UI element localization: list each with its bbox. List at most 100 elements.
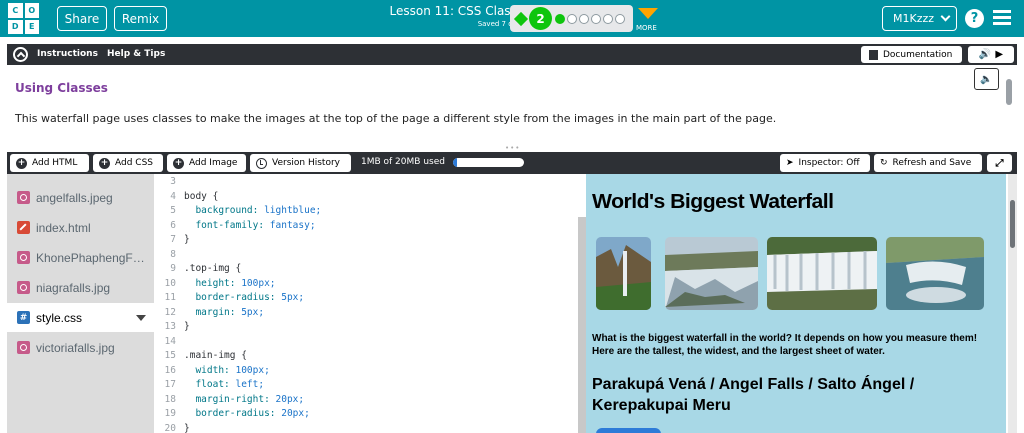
clock-icon	[256, 157, 267, 169]
fullscreen-icon[interactable]: ⤢	[987, 154, 1012, 172]
add-image-button[interactable]: + Add Image	[167, 154, 246, 172]
remix-button[interactable]: Remix	[114, 6, 167, 31]
line-number: 7	[170, 234, 176, 245]
preview-scrollbar[interactable]	[1008, 174, 1017, 433]
line-number: 8	[170, 248, 176, 260]
file-name: style.css	[36, 310, 83, 325]
css-value: 20px;	[275, 408, 310, 419]
css-value: 20px;	[269, 393, 305, 405]
tab-help-tips[interactable]: Help & Tips	[107, 49, 165, 59]
plus-icon: +	[16, 157, 27, 169]
instructions-text: This waterfall page uses classes to make…	[15, 112, 777, 125]
line-number: 4	[170, 190, 176, 202]
file-item[interactable]: KhonePhaphengFalls.jpg	[7, 243, 154, 272]
user-menu[interactable]: M1Kzzz	[882, 6, 957, 31]
collapse-icon[interactable]	[13, 47, 28, 62]
level-bubble[interactable]	[567, 14, 577, 24]
code-text: }	[184, 422, 190, 433]
editor-scrollbar[interactable]	[578, 217, 586, 433]
preview-title: World's Biggest Waterfall	[592, 191, 834, 213]
tab-instructions[interactable]: Instructions	[35, 49, 98, 67]
line-number: 18	[164, 393, 176, 405]
file-item[interactable]: victoriafalls.jpg	[7, 333, 154, 362]
file-item-active[interactable]: # style.css	[7, 303, 154, 332]
preview-scrollbar-thumb[interactable]	[1010, 200, 1015, 248]
khone-phapheng-falls-image	[665, 237, 758, 310]
code-text: .main-img {	[184, 350, 247, 361]
css-property: float:	[184, 379, 230, 390]
victoria-falls-image	[767, 237, 877, 310]
level-bubble[interactable]	[579, 14, 589, 24]
document-icon	[869, 49, 878, 60]
audio-controls[interactable]: 🔊 ▶	[968, 46, 1014, 63]
line-number: 16	[164, 364, 176, 376]
file-list: angelfalls.jpeg index.html KhonePhapheng…	[7, 174, 154, 433]
plus-icon: +	[173, 157, 184, 169]
code-text: border-radius: 20px;	[184, 408, 310, 419]
documentation-label: Documentation	[883, 49, 953, 60]
css-value: fantasy;	[264, 219, 316, 231]
add-css-button[interactable]: + Add CSS	[93, 154, 163, 172]
logo-letter: E	[24, 19, 39, 34]
css-property: width:	[184, 364, 230, 376]
resize-handle[interactable]: •••	[505, 144, 520, 152]
share-button[interactable]: Share	[57, 6, 107, 31]
css-property: border-radius:	[184, 292, 276, 303]
logo-letter: C	[8, 3, 23, 18]
level-bubble[interactable]	[603, 14, 613, 24]
css-property: height:	[184, 277, 236, 289]
current-level-bubble[interactable]: 2	[529, 7, 552, 30]
code-text: border-radius: 5px;	[184, 292, 304, 303]
file-name: KhonePhaphengFalls.jpg	[36, 250, 148, 265]
file-item[interactable]: niagrafalls.jpg	[7, 273, 154, 302]
help-icon[interactable]: ?	[965, 9, 984, 28]
line-number: 15	[164, 350, 176, 361]
inspector-button[interactable]: ➤ Inspector: Off	[780, 154, 870, 172]
documentation-button[interactable]: Documentation	[861, 46, 962, 63]
css-file-icon: #	[17, 311, 30, 324]
level-bubble[interactable]	[615, 14, 625, 24]
preview-pane[interactable]: World's Biggest Waterfall What is the bi…	[586, 174, 1006, 433]
css-value: 5px;	[235, 306, 265, 318]
top-bar: C O D E Share Remix Lesson 11: CSS Class…	[0, 0, 1024, 37]
editor-toolbar: + Add HTML + Add CSS + Add Image Version…	[7, 152, 1017, 174]
chevron-down-icon	[940, 11, 951, 22]
file-item[interactable]: index.html	[7, 213, 154, 242]
refresh-save-button[interactable]: ↻ Refresh and Save	[874, 154, 982, 172]
more-arrow-icon[interactable]	[638, 8, 658, 19]
version-history-button[interactable]: Version History	[250, 154, 351, 172]
code-logo[interactable]: C O D E	[8, 3, 39, 34]
add-html-button[interactable]: + Add HTML	[10, 154, 89, 172]
css-property: margin-right:	[184, 393, 270, 405]
level-bubble[interactable]	[591, 14, 601, 24]
code-text: body {	[184, 190, 219, 202]
line-number: 12	[164, 306, 176, 318]
preview-intro-text: What is the biggest waterfall in the wor…	[592, 333, 978, 357]
code-editor[interactable]: 3 4 body {5 background: lightblue; 6 font-f…	[154, 174, 576, 433]
add-image-label: Add Image	[189, 158, 238, 168]
instructions-scrollbar[interactable]	[1006, 79, 1012, 105]
file-menu-caret-icon[interactable]	[136, 315, 146, 321]
add-html-label: Add HTML	[32, 158, 78, 168]
code-text: width: 100px;	[184, 364, 269, 376]
more-label[interactable]: MORE	[636, 24, 657, 32]
instructions-header: Instructions Help & Tips Documentation 🔊…	[7, 44, 1017, 67]
line-number: 13	[164, 321, 176, 332]
html-file-icon	[17, 221, 30, 234]
hamburger-menu-icon[interactable]	[993, 10, 1011, 26]
text-to-speech-icon[interactable]: 🔈	[974, 68, 999, 90]
progress-bubbles: 2	[510, 5, 633, 32]
play-icon[interactable]: ▶	[995, 49, 1003, 60]
file-item[interactable]: angelfalls.jpeg	[7, 183, 154, 212]
code-text: height: 100px;	[184, 277, 275, 289]
line-number: 6	[170, 219, 176, 231]
level-diamond-icon[interactable]	[513, 11, 529, 27]
speaker-icon[interactable]: 🔊	[979, 49, 991, 60]
code-text: float: left;	[184, 379, 264, 390]
refresh-save-label: Refresh and Save	[892, 158, 972, 168]
file-name: niagrafalls.jpg	[36, 280, 111, 295]
niagara-falls-image	[886, 237, 984, 310]
css-value: 5px;	[275, 292, 305, 303]
line-number: 9	[170, 263, 176, 274]
level-bubble[interactable]	[555, 14, 565, 24]
